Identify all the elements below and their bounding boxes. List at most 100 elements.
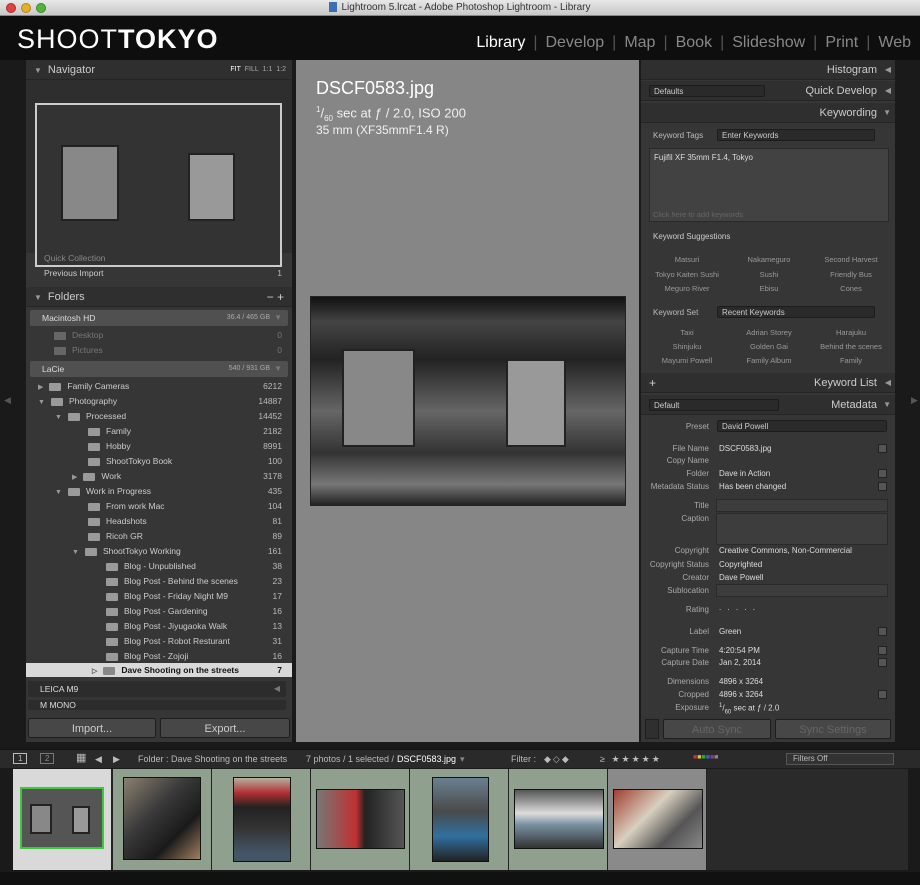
suggestion-keyword[interactable]: Tokyo Kaiten Sushi	[647, 270, 727, 279]
flag-filter-icon[interactable]: ◆◇◆	[544, 754, 571, 765]
folder-blog-robot[interactable]: Blog Post - Robot Resturant 31	[26, 634, 292, 649]
secondary-window-button[interactable]: 2	[40, 753, 55, 764]
folder-shoottokyo-book[interactable]: ShootTokyo Book 100	[26, 454, 292, 469]
folder-family-cameras[interactable]: ▶ Family Cameras 6212	[26, 379, 292, 394]
folder-blog-behind-scenes[interactable]: Blog Post - Behind the scenes 23	[26, 574, 292, 589]
folder-from-work-mac[interactable]: From work Mac 104	[26, 499, 292, 514]
keyword-suggestions-header[interactable]: Keyword Suggestions	[653, 232, 730, 241]
filmstrip-thumb[interactable]	[212, 769, 310, 870]
suggestion-keyword[interactable]: Friendly Bus	[811, 270, 891, 279]
suggestion-keyword[interactable]: Ebisu	[729, 284, 809, 293]
import-button[interactable]: Import...	[28, 718, 156, 738]
right-panel-toggle-icon[interactable]: ▶	[911, 395, 918, 406]
recent-keyword[interactable]: Family	[811, 356, 891, 365]
export-button[interactable]: Export...	[160, 718, 290, 738]
folder-blog-friday-night[interactable]: Blog Post - Friday Night M9 17	[26, 589, 292, 604]
module-book[interactable]: Book	[676, 34, 712, 51]
go-to-folder-icon[interactable]	[878, 469, 887, 478]
label-action-icon[interactable]	[878, 627, 887, 636]
suggestion-keyword[interactable]: Meguro River	[647, 284, 727, 293]
metadata-preset-select[interactable]: David Powell	[717, 420, 887, 432]
zoom-1-2[interactable]: 1:2	[276, 66, 286, 73]
primary-window-button[interactable]: 1	[13, 753, 28, 764]
filmstrip-thumb[interactable]	[509, 769, 607, 870]
crop-action-icon[interactable]	[878, 690, 887, 699]
sublocation-field[interactable]	[716, 584, 888, 597]
recent-keyword[interactable]: Behind the scenes	[811, 342, 891, 351]
add-folder-icon[interactable]: − +	[267, 287, 284, 307]
label-field[interactable]: Green	[719, 627, 741, 636]
folder-ricoh-gr[interactable]: Ricoh GR 89	[26, 529, 292, 544]
suggestion-keyword[interactable]: Nakameguro	[729, 255, 809, 264]
copyright-status-select[interactable]: Copyrighted	[719, 560, 762, 569]
filmstrip-thumb[interactable]	[410, 769, 508, 870]
copyright-field[interactable]: Creative Commons, Non-Commercial	[719, 546, 852, 555]
folder-shoottokyo-working[interactable]: ▼ ShootTokyo Working 161	[26, 544, 292, 559]
suggestion-keyword[interactable]: Matsuri	[647, 255, 727, 264]
filmstrip-thumb[interactable]	[113, 769, 211, 870]
caption-field[interactable]	[716, 513, 888, 545]
folder-photography[interactable]: ▼ Photography 14887	[26, 394, 292, 409]
module-slideshow[interactable]: Slideshow	[732, 34, 805, 51]
suggestion-keyword[interactable]: Cones	[811, 284, 891, 293]
volume-macintosh-hd[interactable]: Macintosh HD 36.4 / 465 GB ▼	[30, 310, 288, 326]
selected-file-menu-icon[interactable]: ▾	[460, 754, 465, 765]
histogram-header[interactable]: Histogram ◀	[641, 60, 895, 80]
module-map[interactable]: Map	[624, 34, 655, 51]
folder-source-path[interactable]: Folder : Dave Shooting on the streets	[138, 754, 287, 764]
folder-hobby[interactable]: Hobby 8991	[26, 439, 292, 454]
folder-blog-zojoji[interactable]: Blog Post - Zojoji 16	[26, 649, 292, 664]
folder-family[interactable]: Family 2182	[26, 424, 292, 439]
capture-time-action-icon[interactable]	[878, 646, 887, 655]
filter-preset-select[interactable]: Filters Off	[786, 753, 894, 765]
navigator-preview[interactable]	[35, 103, 282, 267]
recent-keyword[interactable]: Shinjuku	[647, 342, 727, 351]
rating-filter-stars[interactable]: ≥ ★★★★★	[600, 754, 662, 765]
add-keywords-field[interactable]: Click here to add keywords	[653, 210, 743, 219]
auto-sync-button[interactable]: Auto Sync	[663, 719, 771, 739]
module-library[interactable]: Library	[476, 34, 525, 51]
module-web[interactable]: Web	[878, 34, 911, 51]
field-action-icon[interactable]	[878, 444, 887, 453]
recent-keyword[interactable]: Mayumi Powell	[647, 356, 727, 365]
folder-blog-gardening[interactable]: Blog Post - Gardening 16	[26, 604, 292, 619]
close-window-button[interactable]	[6, 3, 16, 13]
previous-import-row[interactable]: Previous Import 1	[26, 266, 292, 281]
selected-file-name[interactable]: DSCF0583.jpg	[397, 754, 456, 764]
keywording-header[interactable]: Keywording ▼	[641, 103, 895, 123]
volume-m-mono[interactable]: M MONO	[28, 700, 286, 710]
keyword-list-header[interactable]: + Keyword List ◀	[641, 373, 895, 393]
filmstrip-thumb-selected[interactable]	[13, 769, 111, 870]
quick-develop-preset-select[interactable]: Defaults	[649, 85, 765, 97]
sync-settings-button[interactable]: Sync Settings	[775, 719, 891, 739]
filmstrip-thumb[interactable]	[608, 769, 706, 870]
creator-field[interactable]: Dave Powell	[719, 573, 763, 582]
forward-arrow-icon[interactable]: ▶	[113, 754, 120, 765]
folder-headshots[interactable]: Headshots 81	[26, 514, 292, 529]
module-develop[interactable]: Develop	[545, 34, 604, 51]
suggestion-keyword[interactable]: Sushi	[729, 270, 809, 279]
recent-keyword[interactable]: Adrian Storey	[729, 328, 809, 337]
volume-lacie[interactable]: LaCie 540 / 931 GB ▼	[30, 361, 288, 377]
recent-keyword[interactable]: Harajuku	[811, 328, 891, 337]
capture-date-action-icon[interactable]	[878, 658, 887, 667]
main-photo[interactable]	[310, 296, 626, 506]
color-label-filter[interactable]: ■■■■■■	[693, 754, 718, 761]
filmstrip-thumb[interactable]	[311, 769, 409, 870]
metadata-view-select[interactable]: Default	[649, 399, 779, 411]
keyword-tags-select[interactable]: Enter Keywords	[717, 129, 875, 141]
add-keyword-icon[interactable]: +	[649, 373, 656, 393]
zoom-fit[interactable]: FIT	[230, 66, 241, 73]
recent-keyword[interactable]: Golden Gai	[729, 342, 809, 351]
recent-keyword[interactable]: Taxi	[647, 328, 727, 337]
recent-keyword[interactable]: Family Album	[729, 356, 809, 365]
rating-field[interactable]: . . . . .	[719, 603, 757, 612]
back-arrow-icon[interactable]: ◀	[95, 754, 102, 765]
folders-header[interactable]: ▼ Folders − +	[26, 287, 292, 307]
grid-view-icon[interactable]: ▦	[76, 751, 86, 764]
navigator-header[interactable]: ▼ Navigator FIT FILL 1:1 1:2	[26, 60, 292, 80]
title-field[interactable]	[716, 499, 888, 512]
folder-desktop[interactable]: Desktop 0	[26, 328, 292, 343]
folder-pictures[interactable]: Pictures 0	[26, 343, 292, 358]
zoom-fill[interactable]: FILL	[245, 66, 259, 73]
